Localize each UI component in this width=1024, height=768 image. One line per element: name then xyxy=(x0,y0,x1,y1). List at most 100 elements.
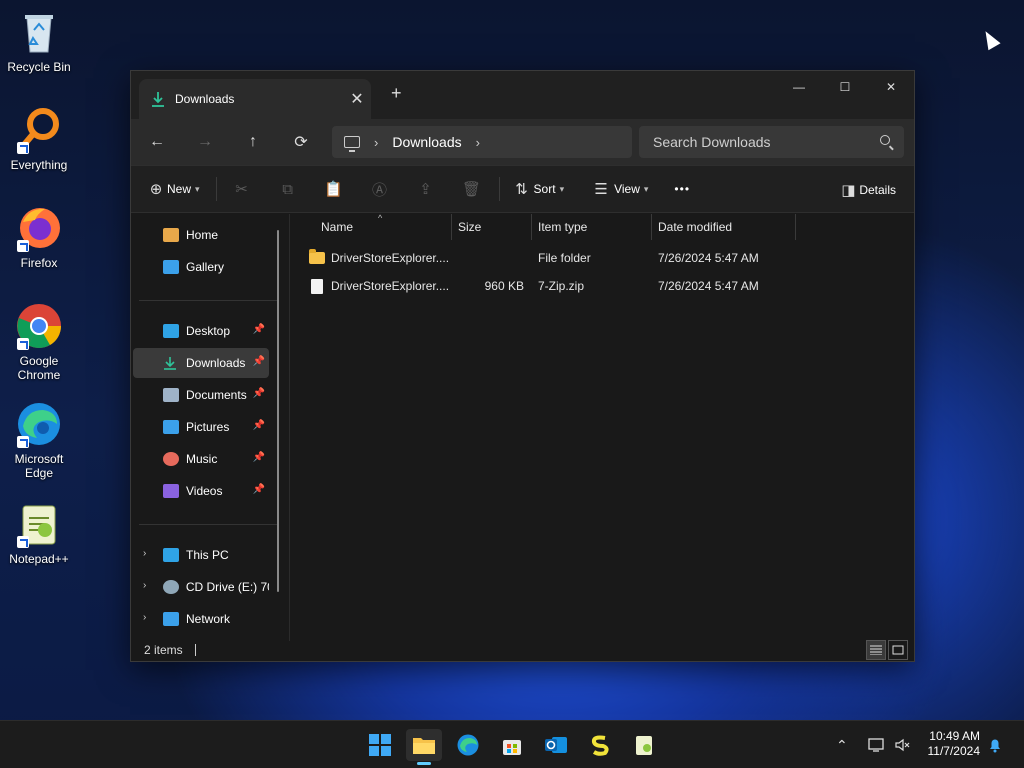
delete-icon[interactable]: 🗑 xyxy=(457,180,487,198)
taskbar-notepad-plus-plus[interactable] xyxy=(626,729,662,761)
show-hidden-icons-button[interactable]: ⌃ xyxy=(836,721,848,768)
rename-icon[interactable]: Ⓐ xyxy=(365,179,395,200)
column-header-size[interactable]: Size xyxy=(452,214,532,240)
cd-drive-icon xyxy=(163,580,179,594)
download-icon xyxy=(163,356,179,370)
shortcut-arrow-icon xyxy=(17,142,29,154)
command-bar: ⊕ New ▾ ✂ ⧉ 📋 Ⓐ ⇪ 🗑 ⇅ Sort ▾ ☰ View ▾ ••… xyxy=(131,165,914,213)
details-label: Details xyxy=(859,183,896,197)
volume-button[interactable] xyxy=(894,721,910,768)
sidebar-item-downloads[interactable]: Downloads 📌 xyxy=(133,348,269,378)
sort-button[interactable]: ⇅ Sort ▾ xyxy=(510,173,564,205)
sidebar-item-videos[interactable]: Videos 📌 xyxy=(133,476,269,506)
details-pane-button[interactable]: ◨ Details xyxy=(837,174,896,206)
everything-icon xyxy=(15,106,63,154)
new-tab-button[interactable]: + xyxy=(391,83,411,104)
column-header-date-modified[interactable]: Date modified xyxy=(652,214,796,240)
maximize-button[interactable]: ☐ xyxy=(822,71,868,103)
tab-downloads[interactable]: Downloads ✕ xyxy=(139,79,371,119)
pin-icon: 📌 xyxy=(252,420,265,431)
sidebar-item-gallery[interactable]: Gallery xyxy=(133,252,269,282)
firefox-icon xyxy=(15,204,63,252)
desktop-icon-notepad-plus-plus[interactable]: Notepad++ xyxy=(0,500,78,566)
title-bar[interactable]: Downloads ✕ + — ☐ ✕ xyxy=(131,71,914,119)
sidebar-divider xyxy=(139,300,279,301)
back-button[interactable]: ← xyxy=(137,126,177,158)
network-status-button[interactable] xyxy=(868,721,886,768)
large-icons-view-button[interactable] xyxy=(888,640,908,660)
this-pc-icon xyxy=(163,548,179,562)
pin-icon: 📌 xyxy=(252,388,265,399)
new-button[interactable]: ⊕ New ▾ xyxy=(145,173,200,205)
clock-time: 10:49 AM xyxy=(929,729,980,743)
sidebar-item-network[interactable]: › Network xyxy=(133,604,269,634)
sidebar-item-this-pc[interactable]: › This PC xyxy=(133,540,269,570)
taskbar-store[interactable] xyxy=(494,729,530,761)
share-icon[interactable]: ⇪ xyxy=(411,180,441,198)
file-name: DriverStoreExplorer.... xyxy=(331,251,450,265)
tab-close-button[interactable]: ✕ xyxy=(343,89,371,109)
refresh-button[interactable]: ⟳ xyxy=(281,126,321,158)
view-button[interactable]: ☰ View ▾ xyxy=(588,173,648,205)
large-icons-view-icon xyxy=(892,645,904,655)
sidebar-item-label: Music xyxy=(186,452,218,466)
taskbar-sumatra[interactable] xyxy=(582,729,618,761)
paste-icon[interactable]: 📋 xyxy=(319,180,349,198)
desktop-icon-recycle-bin[interactable]: Recycle Bin xyxy=(0,8,78,74)
sidebar-item-desktop[interactable]: Desktop 📌 xyxy=(133,316,269,346)
sidebar-item-label: Downloads xyxy=(186,356,246,370)
file-row[interactable]: DriverStoreExplorer.... File folder 7/26… xyxy=(290,244,796,272)
notifications-button[interactable] xyxy=(987,721,1003,768)
status-bar: 2 items xyxy=(131,639,914,661)
desktop-icon-firefox[interactable]: Firefox xyxy=(0,204,78,270)
details-view-button[interactable] xyxy=(866,640,886,660)
column-header-type[interactable]: Item type xyxy=(532,214,652,240)
sidebar-item-home[interactable]: Home xyxy=(133,220,269,250)
taskbar-edge[interactable] xyxy=(450,729,486,761)
breadcrumb-chevron-icon[interactable]: › xyxy=(374,135,378,150)
desktop-folder-icon xyxy=(163,324,179,338)
column-header-name[interactable]: ^ Name xyxy=(290,213,452,240)
sidebar-item-pictures[interactable]: Pictures 📌 xyxy=(133,412,269,442)
taskbar-outlook[interactable] xyxy=(538,729,574,761)
file-row[interactable]: DriverStoreExplorer.... 960 KB 7-Zip.zip… xyxy=(290,272,796,300)
search-input[interactable]: Search Downloads xyxy=(639,126,904,158)
column-headers: ^ Name Size Item type Date modified xyxy=(290,213,914,240)
chevron-right-icon[interactable]: › xyxy=(143,612,146,623)
sidebar-item-label: Videos xyxy=(186,484,223,498)
chevron-right-icon[interactable]: › xyxy=(143,548,146,559)
sidebar-item-label: Documents xyxy=(186,388,247,402)
forward-button[interactable]: → xyxy=(185,126,225,158)
sidebar-divider xyxy=(139,524,279,525)
start-button[interactable] xyxy=(362,729,398,761)
store-icon xyxy=(503,740,521,755)
search-icon xyxy=(880,135,890,145)
desktop-icon-everything[interactable]: Everything xyxy=(0,106,78,172)
sidebar-item-music[interactable]: Music 📌 xyxy=(133,444,269,474)
sidebar-item-documents[interactable]: Documents 📌 xyxy=(133,380,269,410)
breadcrumb-downloads[interactable]: Downloads xyxy=(392,134,461,150)
address-bar[interactable]: › Downloads › xyxy=(332,126,632,158)
desktop-icon-microsoft-edge[interactable]: Microsoft Edge xyxy=(0,400,78,480)
bell-icon xyxy=(990,739,1000,753)
sidebar-scrollbar[interactable] xyxy=(277,230,279,592)
chevron-right-icon[interactable]: › xyxy=(143,580,146,591)
copy-icon[interactable]: ⧉ xyxy=(273,181,303,198)
this-pc-icon xyxy=(344,136,360,152)
minimize-button[interactable]: — xyxy=(776,71,822,103)
clock-date: 11/7/2024 xyxy=(927,744,981,758)
sidebar-item-cd-drive[interactable]: › CD Drive (E:) 70( xyxy=(133,572,269,602)
up-button[interactable]: ↑ xyxy=(233,126,273,158)
see-more-button[interactable]: ••• xyxy=(674,173,690,205)
download-icon xyxy=(151,91,165,107)
close-button[interactable]: ✕ xyxy=(868,71,914,103)
cut-icon[interactable]: ✂ xyxy=(227,180,257,198)
desktop-icon-google-chrome[interactable]: Google Chrome xyxy=(0,302,78,382)
breadcrumb-chevron-icon[interactable]: › xyxy=(476,135,480,150)
file-date: 7/26/2024 5:47 AM xyxy=(658,279,759,293)
taskbar-file-explorer[interactable] xyxy=(406,729,442,765)
taskbar-clock[interactable]: 10:49 AM 11/7/2024 xyxy=(928,729,981,759)
music-icon xyxy=(163,452,179,466)
desktop-icon-label: Google Chrome xyxy=(17,354,61,382)
sort-ascending-icon: ^ xyxy=(378,213,383,223)
